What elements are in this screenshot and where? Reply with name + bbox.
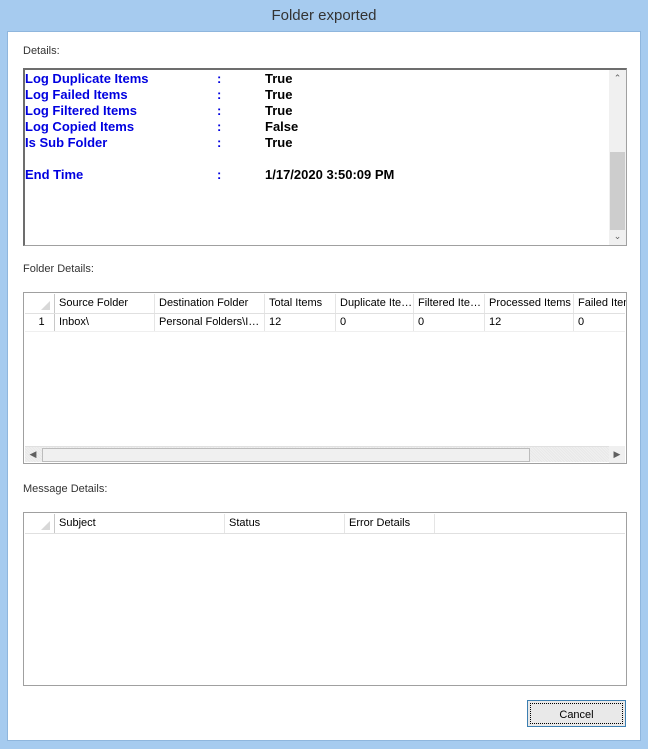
folder-details-grid[interactable]: Source Folder Destination Folder Total Ite… bbox=[23, 292, 627, 464]
select-all-corner[interactable] bbox=[25, 514, 55, 533]
scroll-thumb[interactable] bbox=[610, 152, 625, 230]
sort-corner-icon bbox=[41, 301, 50, 310]
detail-row: Log Failed Items: True bbox=[25, 87, 605, 103]
detail-row: Is Sub Folder: True bbox=[25, 135, 605, 151]
details-label: Details: bbox=[23, 45, 60, 57]
scroll-thumb[interactable] bbox=[42, 448, 530, 462]
table-cell[interactable]: 0 bbox=[336, 314, 414, 331]
detail-value: True bbox=[265, 87, 293, 102]
detail-row: End Time: 1/17/2020 3:50:09 PM bbox=[25, 167, 605, 183]
column-header[interactable]: Processed Items bbox=[485, 294, 574, 313]
details-box[interactable]: Log Duplicate Items: True Log Failed Items… bbox=[23, 68, 627, 246]
detail-key: Log Copied Items bbox=[25, 119, 135, 134]
message-details-grid[interactable]: Subject Status Error Details bbox=[23, 512, 627, 686]
table-cell[interactable]: 0 bbox=[574, 314, 626, 331]
detail-key: Log Filtered Items bbox=[25, 103, 137, 118]
detail-separator: : bbox=[217, 103, 222, 118]
detail-key: Log Duplicate Items bbox=[25, 71, 149, 86]
column-header[interactable]: Destination Folder bbox=[155, 294, 265, 313]
detail-row bbox=[25, 151, 605, 167]
detail-value: True bbox=[265, 135, 293, 150]
column-header[interactable]: Subject bbox=[55, 514, 225, 533]
column-header[interactable]: Duplicate Items bbox=[336, 294, 414, 313]
detail-value: True bbox=[265, 103, 293, 118]
detail-separator: : bbox=[217, 167, 222, 182]
table-cell[interactable]: 12 bbox=[485, 314, 574, 331]
scroll-down-icon[interactable]: ⌄ bbox=[609, 228, 626, 245]
detail-separator: : bbox=[217, 87, 222, 102]
scroll-right-icon[interactable]: ▶ bbox=[609, 446, 625, 463]
detail-value: False bbox=[265, 119, 299, 134]
grid-header: Subject Status Error Details bbox=[25, 514, 625, 534]
scroll-left-icon[interactable]: ◀ bbox=[25, 446, 41, 463]
sort-corner-icon bbox=[41, 521, 50, 530]
detail-value: True bbox=[265, 71, 293, 86]
detail-key: End Time bbox=[25, 167, 84, 182]
table-row[interactable]: 1 Inbox\ Personal Folders\Inbox 12 0 0 12 0 bbox=[25, 314, 625, 332]
column-header[interactable]: Error Details bbox=[345, 514, 435, 533]
detail-separator: : bbox=[217, 135, 222, 150]
column-header[interactable]: Total Items bbox=[265, 294, 336, 313]
column-header[interactable]: Filtered Items bbox=[414, 294, 485, 313]
details-scrollbar[interactable]: ⌃ ⌄ bbox=[609, 70, 626, 245]
table-cell[interactable]: Inbox\ bbox=[55, 314, 155, 331]
folder-details-label: Folder Details: bbox=[23, 263, 94, 275]
column-header[interactable]: Status bbox=[225, 514, 345, 533]
column-header[interactable]: Failed Items bbox=[574, 294, 626, 313]
table-cell[interactable]: 0 bbox=[414, 314, 485, 331]
table-cell[interactable]: Personal Folders\Inbox bbox=[155, 314, 265, 331]
detail-key: Log Failed Items bbox=[25, 87, 128, 102]
detail-value: 1/17/2020 3:50:09 PM bbox=[265, 167, 395, 182]
row-index[interactable]: 1 bbox=[25, 314, 55, 331]
detail-key: Is Sub Folder bbox=[25, 135, 108, 150]
detail-row: Log Duplicate Items: True bbox=[25, 71, 605, 87]
detail-row: Log Copied Items: False bbox=[25, 119, 605, 135]
window-title: Folder exported bbox=[271, 7, 377, 24]
column-header[interactable]: Source Folder bbox=[55, 294, 155, 313]
horizontal-scrollbar[interactable]: ◀ ▶ bbox=[25, 446, 625, 463]
dialog-body: Details: Log Duplicate Items: True Log Fai… bbox=[7, 31, 641, 741]
message-details-label: Message Details: bbox=[23, 483, 108, 495]
detail-separator: : bbox=[217, 119, 222, 134]
table-cell[interactable]: 12 bbox=[265, 314, 336, 331]
grid-header: Source Folder Destination Folder Total Ite… bbox=[25, 294, 626, 314]
scroll-up-icon[interactable]: ⌃ bbox=[609, 70, 626, 87]
detail-row: Log Filtered Items: True bbox=[25, 103, 605, 119]
cancel-button[interactable]: Cancel bbox=[527, 700, 626, 727]
detail-separator: : bbox=[217, 71, 222, 86]
select-all-corner[interactable] bbox=[25, 294, 55, 313]
